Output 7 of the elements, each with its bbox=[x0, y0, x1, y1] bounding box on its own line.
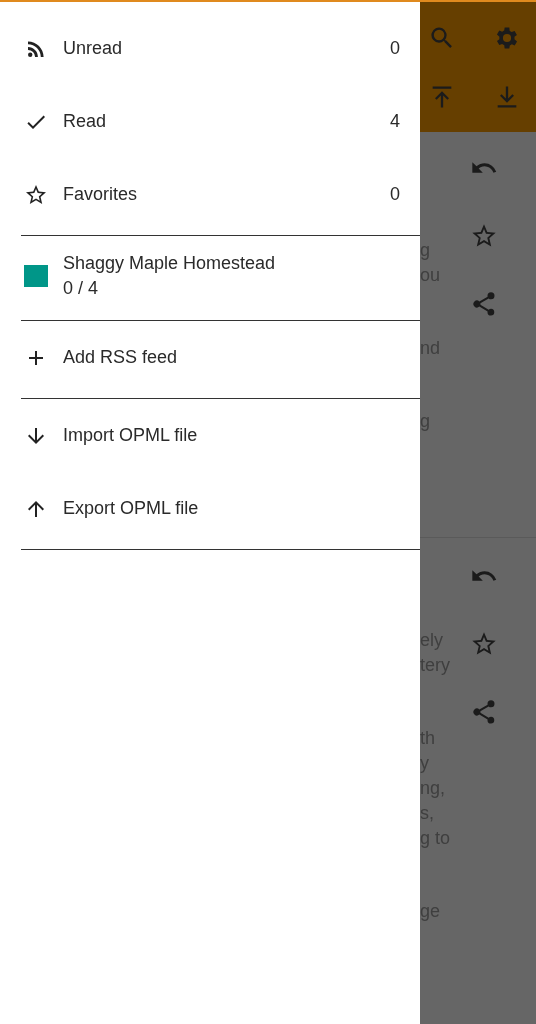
drawer-item[interactable]: Import OPML file bbox=[0, 399, 420, 472]
drawer-item[interactable]: Favorites 0 bbox=[0, 158, 420, 231]
feed-item[interactable]: Shaggy Maple Homestead 0 / 4 bbox=[0, 236, 420, 316]
drawer-item[interactable]: Add RSS feed bbox=[0, 321, 420, 394]
drawer-item[interactable]: Unread 0 bbox=[0, 12, 420, 85]
drawer-item[interactable]: Export OPML file bbox=[0, 472, 420, 545]
drawer-item[interactable]: Read 4 bbox=[0, 85, 420, 158]
